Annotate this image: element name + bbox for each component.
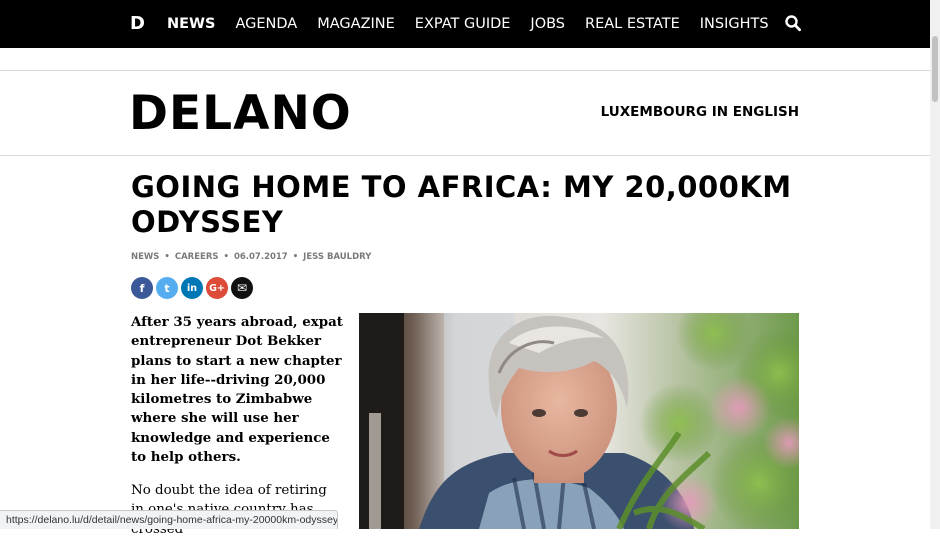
linkedin-icon[interactable]: in (181, 277, 203, 299)
nav-item-expat-guide[interactable]: EXPAT GUIDE (415, 16, 511, 32)
nav-item-magazine[interactable]: MAGAZINE (317, 16, 395, 32)
header-divider-top (0, 70, 930, 71)
header-divider-bottom (0, 155, 930, 156)
search-icon[interactable] (785, 15, 801, 32)
twitter-icon[interactable]: t (156, 277, 178, 299)
nav-item-real-estate[interactable]: REAL ESTATE (585, 16, 680, 32)
delano-logo[interactable]: DELANO (129, 84, 352, 144)
article-headline: GOING HOME TO AFRICA: MY 20,000KM ODYSSE… (131, 170, 792, 239)
nav-item-agenda[interactable]: AGENDA (235, 16, 297, 32)
top-nav: D NEWS AGENDA MAGAZINE EXPAT GUIDE JOBS … (0, 0, 930, 48)
meta-category-link[interactable]: CAREERS (175, 252, 219, 262)
article-meta: NEWS • CAREERS • 06.07.2017 • JESS BAULDRY (131, 252, 372, 262)
facebook-icon[interactable]: f (131, 277, 153, 299)
meta-date: 06.07.2017 (233, 252, 288, 262)
scrollbar-thumb[interactable] (932, 36, 938, 102)
email-icon[interactable]: ✉ (231, 277, 253, 299)
article-photo (359, 313, 799, 529)
nav-item-news[interactable]: NEWS (167, 16, 215, 32)
article-intro: After 35 years abroad, expat entrepreneu… (131, 314, 343, 466)
site-tagline: LUXEMBOURG IN ENGLISH (600, 104, 799, 120)
google-plus-icon[interactable]: G+ (206, 277, 228, 299)
meta-section-link[interactable]: NEWS (131, 252, 159, 262)
nav-item-jobs[interactable]: JOBS (530, 16, 565, 32)
status-bar-url: https://delano.lu/d/detail/news/going-ho… (0, 510, 338, 529)
nav-item-insights[interactable]: INSIGHTS (700, 16, 769, 32)
meta-author-link[interactable]: JESS BAULDRY (303, 252, 371, 262)
share-buttons: f t in G+ ✉ (131, 277, 256, 299)
nav-links: NEWS AGENDA MAGAZINE EXPAT GUIDE JOBS RE… (167, 0, 789, 48)
nav-logo[interactable]: D (130, 13, 145, 34)
